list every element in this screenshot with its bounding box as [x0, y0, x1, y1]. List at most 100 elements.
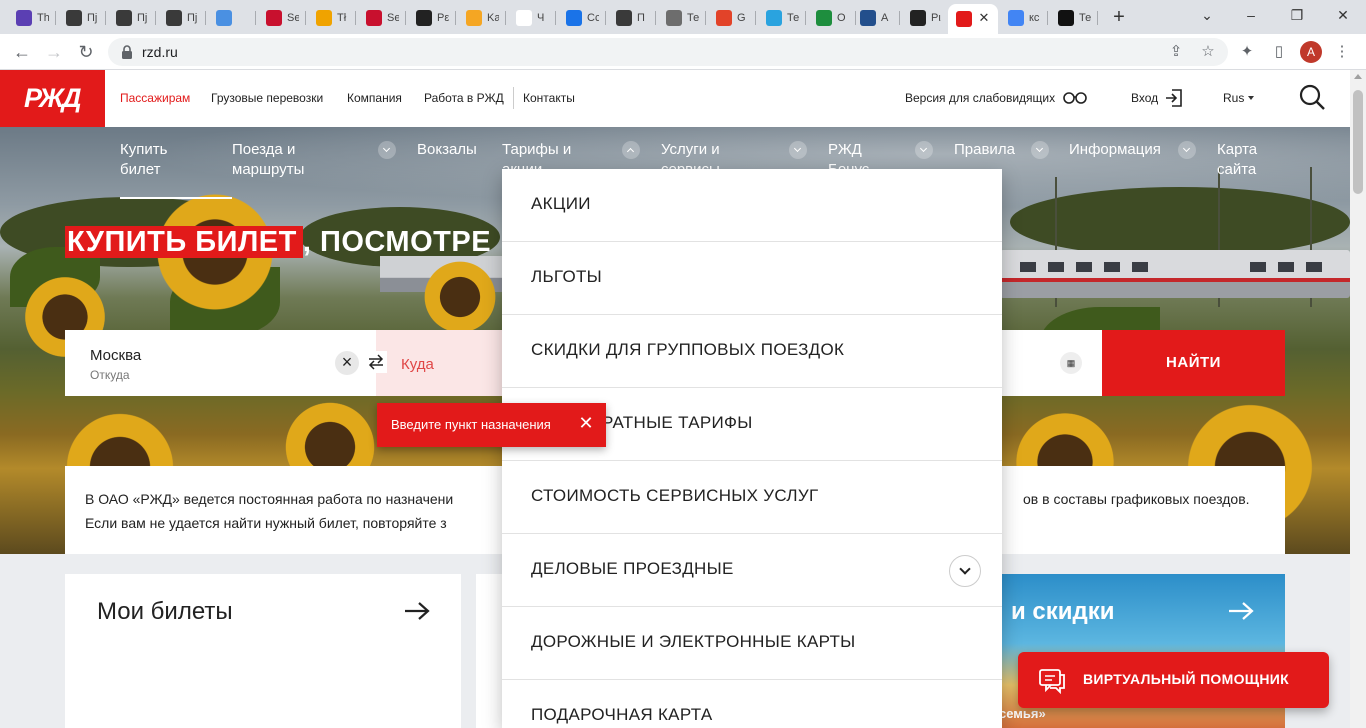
- browser-tab[interactable]: Se: [358, 4, 406, 32]
- notice-line2: Если вам не удается найти нужный билет, …: [85, 515, 447, 531]
- browser-tab[interactable]: [208, 4, 256, 32]
- browser-tab[interactable]: Сс: [558, 4, 606, 32]
- tariffs-card[interactable]: [476, 574, 502, 728]
- login-link[interactable]: Вход: [1131, 91, 1158, 105]
- page-scrollbar[interactable]: [1350, 70, 1366, 728]
- browser-tab[interactable]: кс: [1000, 4, 1048, 32]
- chevron-down-icon[interactable]: [1031, 141, 1049, 159]
- photo-icon: [666, 10, 682, 26]
- topnav-jobs[interactable]: Работа в РЖД: [424, 91, 504, 105]
- scroll-up-arrow-icon[interactable]: [1354, 74, 1362, 79]
- date-field[interactable]: ▦: [1002, 330, 1102, 396]
- browser-tab[interactable]: Те: [658, 4, 706, 32]
- arrow-right-icon[interactable]: [1228, 601, 1254, 621]
- chevron-down-icon[interactable]: [915, 141, 933, 159]
- nav-sitemap[interactable]: Карта сайта: [1217, 140, 1257, 180]
- browser-tab[interactable]: Tł: [308, 4, 356, 32]
- chevron-down-icon[interactable]: [789, 141, 807, 159]
- openai-icon: [66, 10, 82, 26]
- browser-tab[interactable]: ✕: [948, 4, 998, 34]
- browser-tab[interactable]: Пј: [108, 4, 156, 32]
- new-tab-button[interactable]: +: [1108, 6, 1130, 28]
- menu-kebab-icon[interactable]: ⋮: [1332, 42, 1352, 62]
- virtual-assistant-button[interactable]: ВИРТУАЛЬНЫЙ ПОМОЩНИК: [1018, 652, 1329, 708]
- plus-icon: [816, 10, 832, 26]
- search-icon[interactable]: [1298, 83, 1326, 111]
- topnav-freight[interactable]: Грузовые перевозки: [211, 91, 323, 105]
- coin-icon: [466, 10, 482, 26]
- scroll-thumb[interactable]: [1353, 90, 1363, 194]
- nav-buy-ticket[interactable]: Купить билет: [120, 140, 167, 180]
- my-tickets-card[interactable]: Мои билеты: [65, 574, 461, 728]
- menu-item-service-costs[interactable]: СТОИМОСТЬ СЕРВИСНЫХ УСЛУГ: [502, 461, 1002, 534]
- chevron-down-icon[interactable]: [378, 141, 396, 159]
- reload-button[interactable]: ↻: [74, 40, 98, 64]
- nav-rules[interactable]: Правила: [954, 140, 1015, 160]
- close-window-button[interactable]: ✕: [1328, 4, 1358, 26]
- nav-trains-routes[interactable]: Поезда и маршруты: [232, 140, 304, 180]
- browser-tab[interactable]: Pε: [408, 4, 456, 32]
- close-icon[interactable]: ✕: [577, 414, 595, 432]
- find-button[interactable]: НАЙТИ: [1102, 330, 1285, 396]
- menu-item-business-passes[interactable]: ДЕЛОВЫЕ ПРОЕЗДНЫЕ: [502, 534, 1002, 607]
- arrow-right-icon[interactable]: [404, 601, 430, 621]
- chevron-down-icon[interactable]: [1178, 141, 1196, 159]
- browser-tab[interactable]: Пј: [158, 4, 206, 32]
- browser-tab[interactable]: А: [852, 4, 900, 32]
- tab-search-chevron-icon[interactable]: ⌄: [1192, 4, 1222, 26]
- accessibility-link[interactable]: Версия для слабовидящих: [905, 91, 1055, 105]
- topnav-company[interactable]: Компания: [347, 91, 402, 105]
- bookmark-star-icon[interactable]: ☆: [1198, 42, 1218, 62]
- chevron-down-icon[interactable]: [949, 555, 981, 587]
- browser-tab[interactable]: Те: [758, 4, 806, 32]
- nav-information[interactable]: Информация: [1069, 140, 1161, 160]
- login-icon[interactable]: [1164, 88, 1184, 108]
- browser-tab[interactable]: О: [808, 4, 856, 32]
- calendar-icon[interactable]: ▦: [1060, 352, 1082, 374]
- from-field[interactable]: Москва Откуда ×: [65, 330, 376, 396]
- tab-label: Те: [787, 12, 799, 24]
- extensions-icon[interactable]: ✦: [1237, 42, 1257, 62]
- browser-tab[interactable]: Те: [1050, 4, 1098, 32]
- menu-item-benefits[interactable]: ЛЬГОТЫ: [502, 242, 1002, 315]
- browser-tab[interactable]: П: [608, 4, 656, 32]
- swap-direction-icon[interactable]: [365, 351, 387, 373]
- menu-item-travel-cards[interactable]: ДОРОЖНЫЕ И ЭЛЕКТРОННЫЕ КАРТЫ: [502, 607, 1002, 680]
- menu-item-gift-card[interactable]: ПОДАРОЧНАЯ КАРТА: [502, 680, 1002, 728]
- close-tab-icon[interactable]: ✕: [976, 10, 992, 26]
- side-panel-icon[interactable]: ▯: [1269, 42, 1289, 62]
- chevron-up-icon[interactable]: [622, 141, 640, 159]
- language-select[interactable]: Rus: [1223, 91, 1244, 105]
- tariffs-dropdown-menu: АКЦИИ ЛЬГОТЫ СКИДКИ ДЛЯ ГРУППОВЫХ ПОЕЗДО…: [502, 169, 1002, 728]
- back-button[interactable]: ←: [10, 40, 34, 64]
- menu-item-promotions[interactable]: АКЦИИ: [502, 169, 1002, 242]
- nav-label: Тарифы и: [502, 141, 572, 158]
- glasses-icon[interactable]: [1062, 91, 1088, 105]
- browser-tab[interactable]: Рι: [902, 4, 950, 32]
- google-icon: [1008, 10, 1024, 26]
- share-icon[interactable]: ⇪: [1166, 42, 1186, 62]
- topnav-passengers[interactable]: Пассажирам: [120, 91, 190, 105]
- browser-tab[interactable]: Se: [258, 4, 306, 32]
- rzd-logo[interactable]: РЖД: [0, 70, 105, 127]
- address-bar[interactable]: rzd.ru ⇪ ☆: [108, 38, 1228, 66]
- minimize-button[interactable]: –: [1236, 4, 1266, 26]
- restore-button[interactable]: ❐: [1282, 4, 1312, 26]
- clear-from-button[interactable]: ×: [335, 351, 359, 375]
- browser-tab[interactable]: G: [708, 4, 756, 32]
- nav-label: билет: [120, 161, 161, 178]
- profile-avatar[interactable]: A: [1300, 41, 1322, 63]
- forward-button[interactable]: →: [42, 40, 66, 64]
- film-icon: [1058, 10, 1074, 26]
- browser-toolbar: ← → ↻ rzd.ru ⇪ ☆ ✦ ▯ A ⋮: [0, 34, 1366, 70]
- nav-stations[interactable]: Вокзалы: [417, 140, 477, 160]
- menu-item-group-discounts[interactable]: СКИДКИ ДЛЯ ГРУППОВЫХ ПОЕЗДОК: [502, 315, 1002, 388]
- headline-rest: , ПОСМОТРЕ: [302, 226, 492, 258]
- browser-tab[interactable]: Ч: [508, 4, 556, 32]
- browser-tab[interactable]: Пј: [58, 4, 106, 32]
- form-icon: [16, 10, 32, 26]
- browser-tab[interactable]: Th: [8, 4, 56, 32]
- browser-tab[interactable]: Ka: [458, 4, 506, 32]
- sunflower-image: [420, 257, 500, 337]
- topnav-contacts[interactable]: Контакты: [523, 91, 575, 105]
